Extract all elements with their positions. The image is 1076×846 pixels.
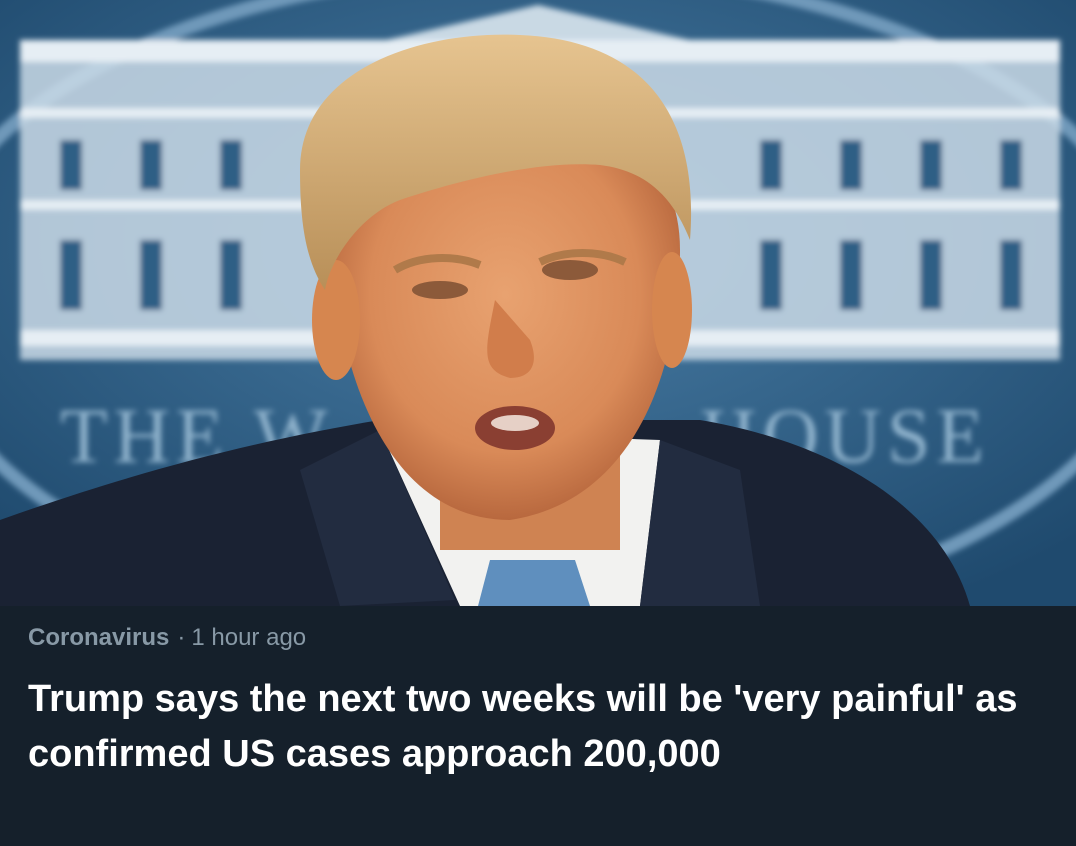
news-category[interactable]: Coronavirus [28,624,169,651]
news-headline[interactable]: Trump says the next two weeks will be 'v… [28,672,1048,782]
news-photo: THE W HOUSE [0,0,1076,606]
news-image[interactable]: THE W HOUSE [0,0,1076,606]
news-meta: Coronavirus · 1 hour ago [28,624,306,652]
meta-separator: · [177,624,186,651]
news-timestamp: 1 hour ago [191,624,307,651]
news-card[interactable]: THE W HOUSE Coronavirus · 1 hour ago Tru… [0,0,1076,846]
